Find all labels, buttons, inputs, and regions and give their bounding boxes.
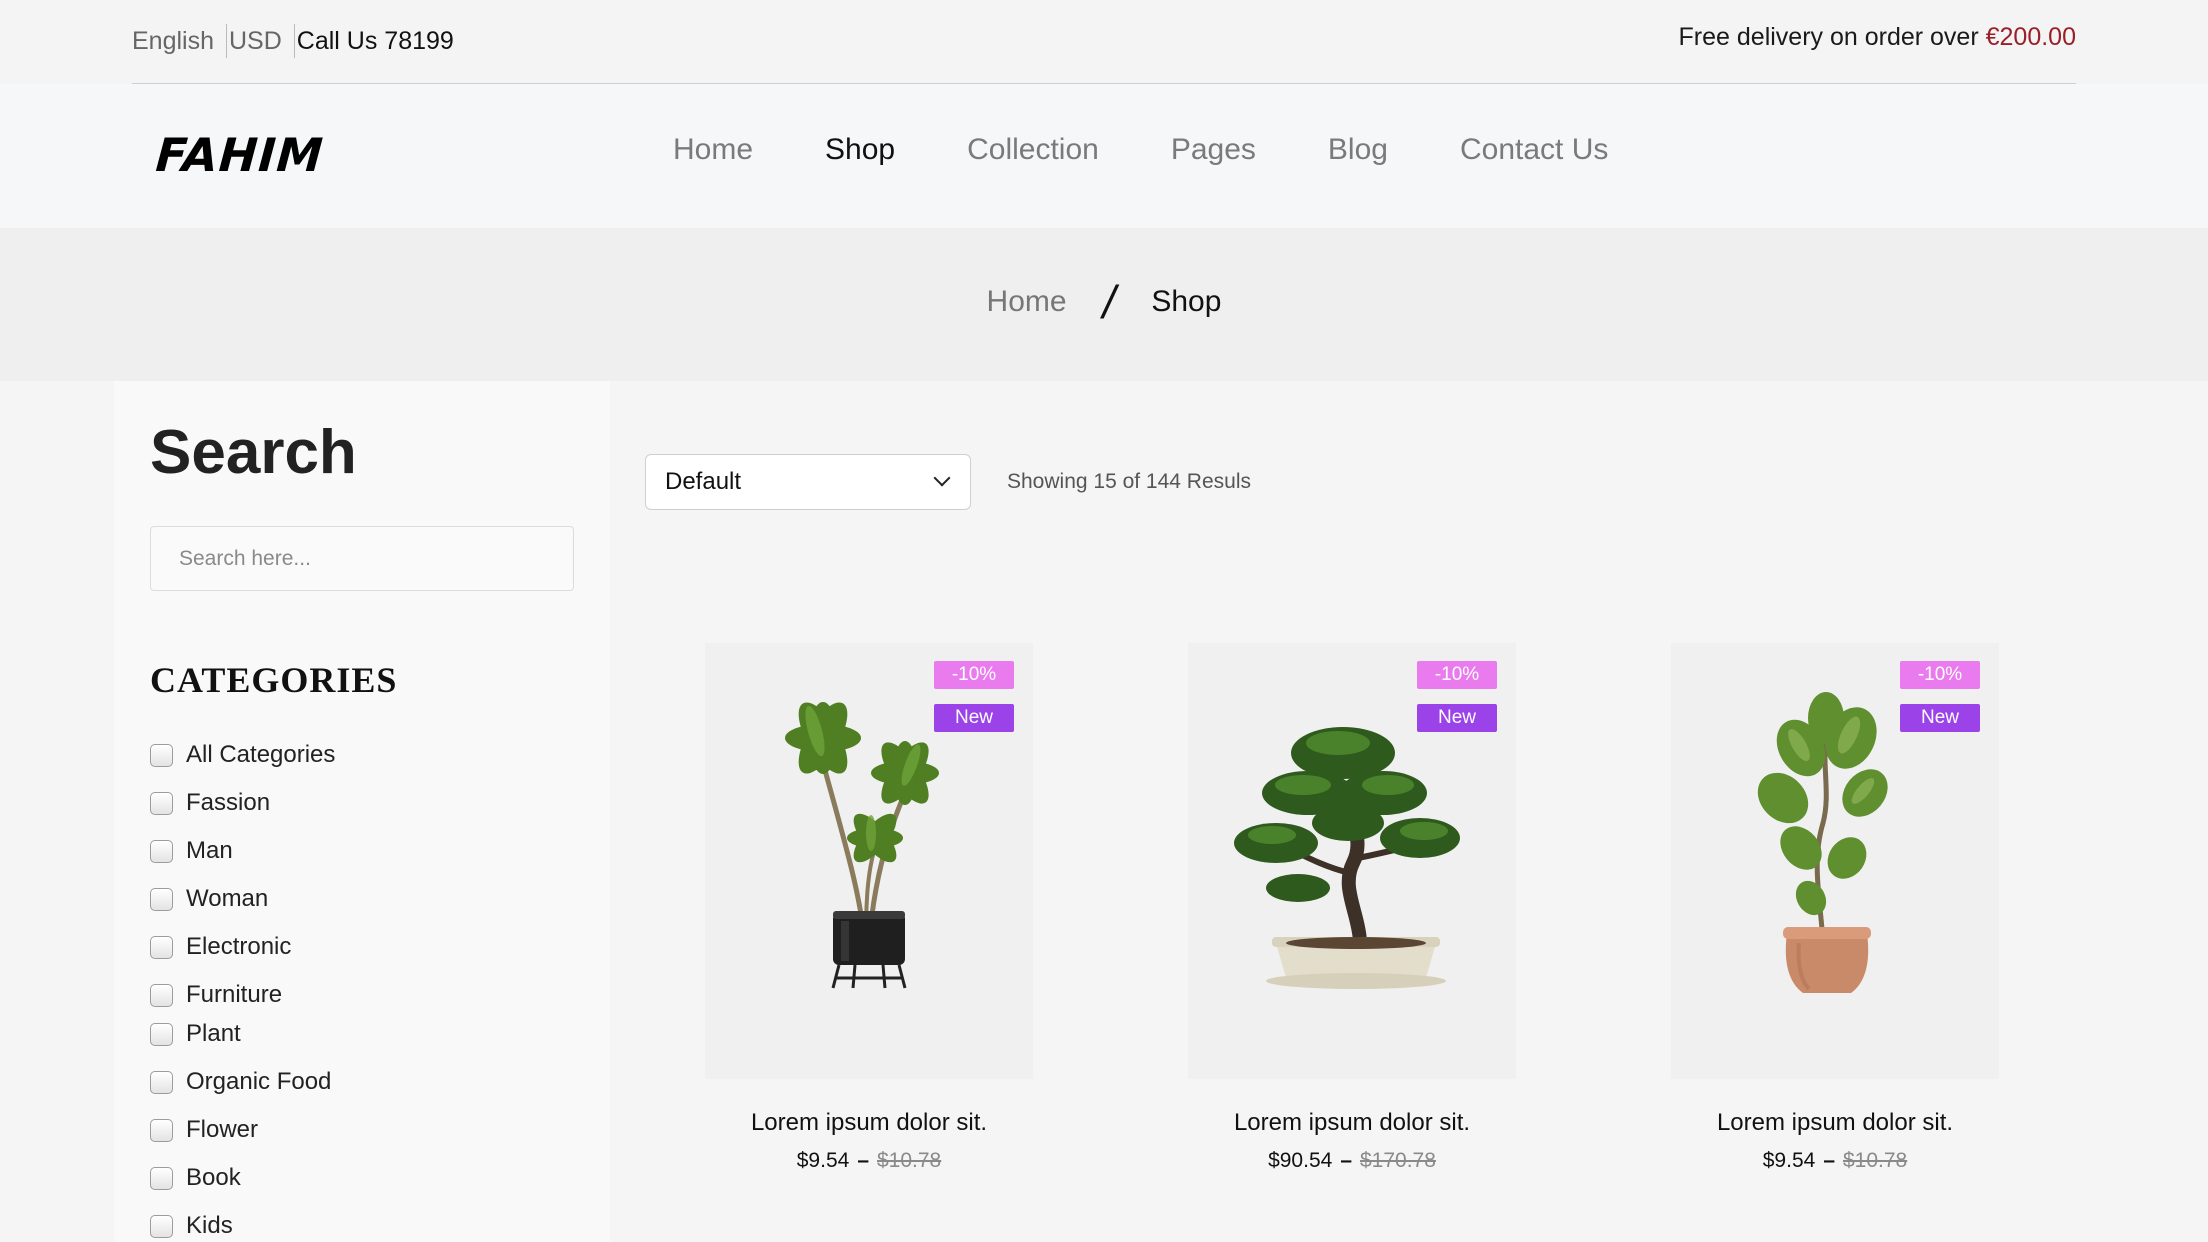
- checkbox[interactable]: [150, 935, 173, 959]
- price-separator: –: [857, 1149, 869, 1172]
- checkbox[interactable]: [150, 1022, 173, 1046]
- top-bar-inner: English USD Call Us 78199 Free delivery …: [132, 0, 2076, 84]
- product-price: $9.54– $10.78: [1671, 1149, 1999, 1173]
- free-delivery-text: Free delivery on order over: [1678, 23, 1986, 51]
- category-label: Fassion: [186, 789, 271, 816]
- category-label: Electronic: [186, 933, 292, 960]
- discount-badge: -10%: [1900, 661, 1980, 689]
- free-delivery-notice: Free delivery on order over €200.00: [1679, 20, 2076, 54]
- results-count: Showing 15 of 144 Resuls: [1007, 470, 1251, 493]
- call-us-text: Call Us 78199: [296, 27, 454, 55]
- category-item-woman[interactable]: Woman: [150, 885, 268, 913]
- free-delivery-amount: €200.00: [1985, 23, 2076, 51]
- category-item-plant[interactable]: Plant: [150, 1020, 241, 1048]
- nav-item-pages[interactable]: Pages: [1171, 132, 1256, 168]
- category-item-fassion[interactable]: Fassion: [150, 789, 270, 817]
- old-price: $170.78: [1360, 1149, 1436, 1172]
- product-card[interactable]: -10% New Lorem ipsum dolor sit. $90.54– $…: [1188, 643, 1516, 1173]
- category-label: Man: [186, 837, 233, 864]
- nav-item-collection[interactable]: Collection: [967, 132, 1099, 168]
- checkbox[interactable]: [150, 1166, 173, 1190]
- price-separator: –: [1340, 1149, 1352, 1172]
- new-badge: New: [934, 704, 1014, 732]
- category-label: Furniture: [186, 981, 283, 1008]
- checkbox[interactable]: [150, 839, 173, 863]
- product-card[interactable]: -10% New Lorem ipsum dolor sit. $9.54– $1…: [1671, 643, 1999, 1173]
- nav-item-contact-us[interactable]: Contact Us: [1460, 132, 1608, 168]
- category-label: Organic Food: [186, 1068, 332, 1095]
- sort-dropdown[interactable]: Default: [645, 454, 971, 510]
- category-item-kids[interactable]: Kids: [150, 1212, 233, 1240]
- nav-item-home[interactable]: Home: [673, 132, 753, 168]
- discount-badge: -10%: [934, 661, 1014, 689]
- nav-item-shop[interactable]: Shop: [825, 132, 895, 168]
- product-title[interactable]: Lorem ipsum dolor sit.: [705, 1109, 1033, 1137]
- sidebar: Search CATEGORIES All Categories Fassion…: [114, 381, 610, 1242]
- discount-badge: -10%: [1417, 661, 1497, 689]
- category-label: All Categories: [186, 741, 336, 768]
- product-image[interactable]: -10% New: [705, 643, 1033, 1079]
- categories-heading: CATEGORIES: [150, 660, 398, 700]
- breadcrumb-separator: /: [1102, 276, 1116, 328]
- price-separator: –: [1823, 1149, 1835, 1172]
- new-badge: New: [1417, 704, 1497, 732]
- chevron-down-icon: [933, 469, 951, 487]
- old-price: $10.78: [877, 1149, 942, 1172]
- category-item-man[interactable]: Man: [150, 837, 233, 865]
- product-image[interactable]: -10% New: [1671, 643, 1999, 1079]
- main-header: FAHIM Home Shop Collection Pages Blog Co…: [0, 84, 2208, 228]
- main-nav: Home Shop Collection Pages Blog Contact …: [673, 132, 1608, 168]
- checkbox[interactable]: [150, 743, 173, 767]
- checkbox[interactable]: [150, 1214, 173, 1238]
- current-price: $90.54: [1268, 1149, 1333, 1172]
- product-image[interactable]: -10% New: [1188, 643, 1516, 1079]
- breadcrumb-home[interactable]: Home: [987, 285, 1067, 319]
- search-heading: Search: [150, 418, 357, 487]
- product-card[interactable]: -10% New Lorem ipsum dolor sit. $9.54– $1…: [705, 643, 1033, 1173]
- category-label: Book: [186, 1164, 241, 1191]
- search-input[interactable]: [150, 526, 574, 591]
- checkbox[interactable]: [150, 887, 173, 911]
- product-title[interactable]: Lorem ipsum dolor sit.: [1188, 1109, 1516, 1137]
- new-badge: New: [1900, 704, 1980, 732]
- old-price: $10.78: [1843, 1149, 1908, 1172]
- breadcrumb: Home / Shop: [0, 276, 2208, 328]
- checkbox[interactable]: [150, 1118, 173, 1142]
- category-item-furniture[interactable]: Furniture: [150, 981, 282, 1009]
- category-label: Flower: [186, 1116, 259, 1143]
- site-logo[interactable]: FAHIM: [154, 128, 325, 182]
- current-price: $9.54: [1762, 1149, 1816, 1172]
- breadcrumb-bar: Home / Shop: [0, 228, 2208, 381]
- sort-value: Default: [665, 468, 742, 495]
- product-price: $9.54– $10.78: [705, 1149, 1033, 1173]
- top-bar: English USD Call Us 78199 Free delivery …: [0, 0, 2208, 84]
- category-item-flower[interactable]: Flower: [150, 1116, 258, 1144]
- category-label: Kids: [186, 1212, 233, 1239]
- checkbox[interactable]: [150, 791, 173, 815]
- category-item-book[interactable]: Book: [150, 1164, 241, 1192]
- language-selector[interactable]: English: [132, 24, 227, 58]
- category-item-electronic[interactable]: Electronic: [150, 933, 291, 961]
- product-price: $90.54– $170.78: [1188, 1149, 1516, 1173]
- checkbox[interactable]: [150, 983, 173, 1007]
- nav-item-blog[interactable]: Blog: [1328, 132, 1388, 168]
- breadcrumb-current: Shop: [1151, 285, 1222, 318]
- checkbox[interactable]: [150, 1070, 173, 1094]
- category-label: Woman: [186, 885, 269, 912]
- category-label: Plant: [186, 1020, 241, 1047]
- currency-selector[interactable]: USD: [227, 24, 295, 58]
- product-title[interactable]: Lorem ipsum dolor sit.: [1671, 1109, 1999, 1137]
- category-item-all-categories[interactable]: All Categories: [150, 741, 335, 769]
- current-price: $9.54: [796, 1149, 850, 1172]
- category-item-organic-food[interactable]: Organic Food: [150, 1068, 331, 1096]
- top-bar-left: English USD Call Us 78199: [132, 24, 454, 58]
